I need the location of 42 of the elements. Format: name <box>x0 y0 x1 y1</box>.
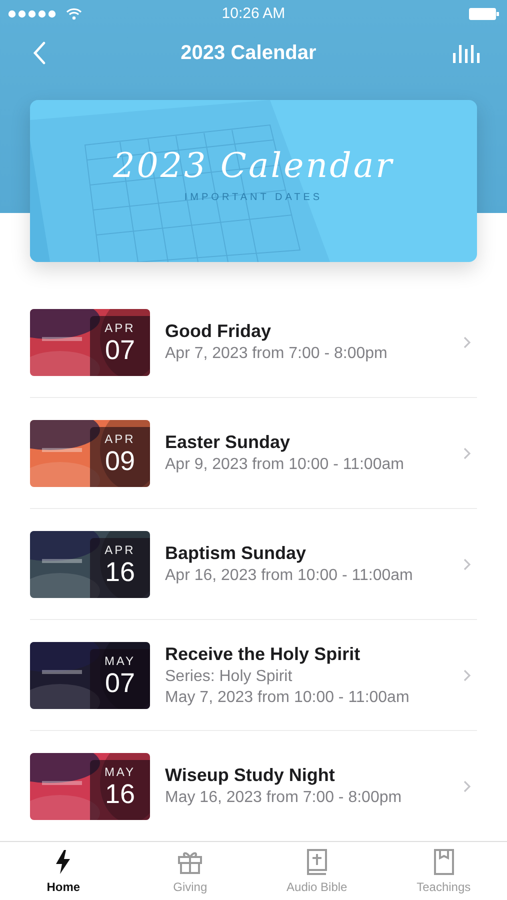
chevron-icon <box>463 336 471 348</box>
event-row[interactable]: APR 09 Easter Sunday Apr 9, 2023 from 10:00 - 11:00am <box>30 398 477 509</box>
bible-icon <box>306 849 328 875</box>
date-day: 16 <box>104 778 136 808</box>
event-detail: May 16, 2023 from 7:00 - 8:00pm <box>165 789 403 807</box>
status-time: 10:26 AM <box>222 5 286 22</box>
event-detail: Apr 9, 2023 from 10:00 - 11:00am <box>165 456 405 474</box>
tab[interactable]: Home <box>0 842 127 900</box>
date-month: APR <box>104 432 136 446</box>
date-month: MAY <box>104 654 136 668</box>
event-title: Receive the Holy Spirit <box>165 644 362 664</box>
event-row[interactable]: APR 07 Good Friday Apr 7, 2023 from 7:00 - 8:00pm <box>30 287 477 398</box>
event-title: Easter Sunday <box>165 432 292 453</box>
event-detail: Apr 16, 2023 from 10:00 - 11:00am <box>165 567 414 585</box>
wifi-icon <box>66 8 82 20</box>
date-month: MAY <box>104 764 136 778</box>
page-title: 2023 Calendar <box>180 42 316 64</box>
bookmark-book-icon <box>432 849 455 875</box>
event-row[interactable]: APR 16 Baptism Sunday Apr 16, 2023 from 10:00 - 11:00am <box>30 509 477 620</box>
event-row[interactable]: MAY 07 Receive the Holy Spirit Series: Holy Spirit May 7, 2023 from 10:00 - 11:00am <box>30 620 477 731</box>
banner-subtitle: IMPORTANT DATES <box>184 192 323 203</box>
chevron-icon <box>463 558 471 570</box>
date-day: 07 <box>104 334 136 364</box>
banner-title: 2023 Calendar <box>113 146 394 186</box>
date-day: 07 <box>104 668 136 698</box>
gift-icon <box>177 849 204 875</box>
date-month: APR <box>104 542 136 556</box>
battery-icon <box>469 8 499 20</box>
event-detail: Series: Holy Spirit <box>165 668 294 686</box>
event-title: Good Friday <box>165 321 272 342</box>
date-day: 09 <box>104 446 136 476</box>
lightning-icon <box>54 849 72 875</box>
chevron-icon <box>463 780 471 792</box>
date-day: 16 <box>104 556 136 586</box>
event-title: Wiseup Study Night <box>165 765 336 786</box>
event-detail: May 7, 2023 from 10:00 - 11:00am <box>165 688 410 706</box>
date-month: APR <box>104 320 136 334</box>
event-row[interactable]: MAY 16 Wiseup Study Night May 16, 2023 from 7:00 - 8:00pm <box>30 731 477 841</box>
event-detail: Apr 7, 2023 from 7:00 - 8:00pm <box>165 345 388 363</box>
chevron-icon <box>463 446 471 460</box>
event-title: Baptism Sunday <box>165 543 308 564</box>
chevron-icon <box>463 668 471 682</box>
